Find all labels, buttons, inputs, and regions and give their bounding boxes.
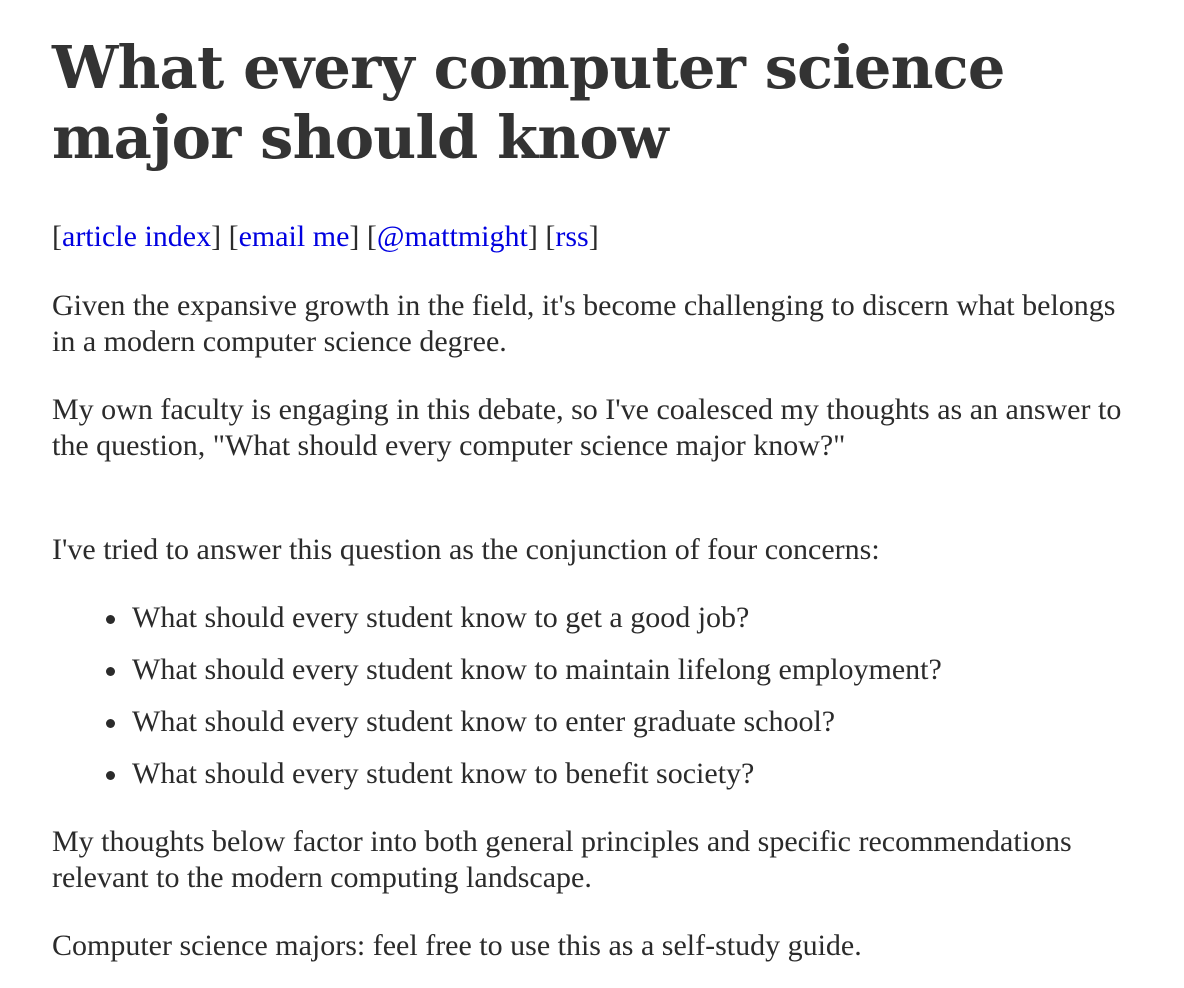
concerns-list: What should every student know to get a … (52, 600, 1172, 808)
bracket: ] (527, 220, 538, 253)
email-me-link[interactable]: email me (239, 220, 350, 253)
faculty-debate-paragraph: My own faculty is engaging in this debat… (52, 393, 1122, 462)
list-item-text: What should every student know to enter … (132, 705, 836, 738)
bullet-icon (106, 719, 115, 728)
bracket: ] (588, 220, 599, 253)
rss-link[interactable]: rss (555, 220, 588, 253)
intro-paragraph: Given the expansive growth in the field,… (52, 289, 1116, 358)
bracket: [ (52, 220, 62, 253)
article-nav: [article index] [email me] [@mattmight] … (52, 219, 599, 255)
self-study-paragraph: Computer science majors: feel free to us… (52, 929, 862, 962)
bracket: [ (366, 220, 377, 253)
list-item: What should every student know to enter … (106, 704, 1172, 740)
list-item-text: What should every student know to get a … (132, 601, 750, 634)
bracket: [ (545, 220, 556, 253)
article-index-link[interactable]: article index (62, 220, 211, 253)
list-item: What should every student know to get a … (106, 600, 1172, 636)
concerns-intro-paragraph: I've tried to answer this question as th… (52, 533, 880, 566)
page-title: What every computer science major should… (52, 33, 1005, 172)
list-item-text: What should every student know to mainta… (132, 653, 942, 686)
bullet-icon (106, 615, 115, 624)
bracket: ] (211, 220, 222, 253)
list-item: What should every student know to benefi… (106, 756, 1172, 792)
twitter-handle-link[interactable]: @mattmight (377, 220, 528, 253)
bullet-icon (106, 771, 115, 780)
bullet-icon (106, 667, 115, 676)
list-item-text: What should every student know to benefi… (132, 757, 755, 790)
bracket: [ (228, 220, 239, 253)
principles-paragraph: My thoughts below factor into both gener… (52, 825, 1072, 894)
list-item: What should every student know to mainta… (106, 652, 1172, 688)
bracket: ] (349, 220, 360, 253)
